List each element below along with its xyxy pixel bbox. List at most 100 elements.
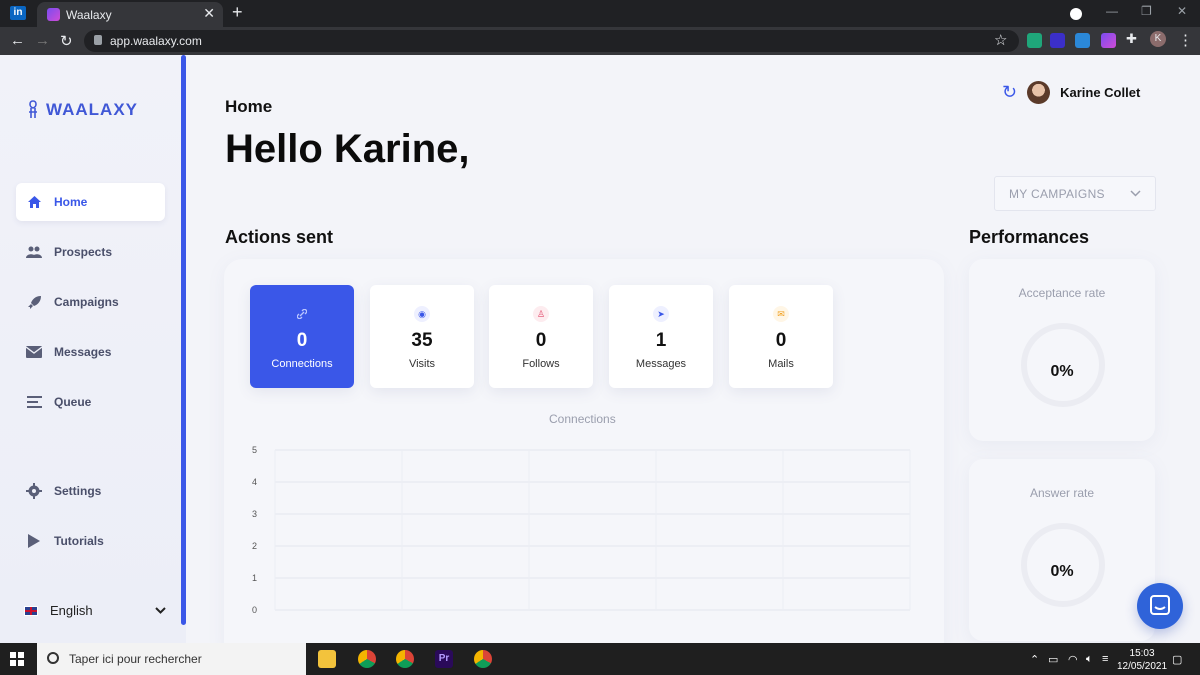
sidebar-item-label: Prospects bbox=[54, 245, 113, 259]
extension-3-icon[interactable] bbox=[1075, 33, 1090, 48]
people-icon bbox=[26, 244, 42, 260]
stat-label: Messages bbox=[635, 358, 687, 370]
minimize-window-button[interactable]: — bbox=[1106, 4, 1118, 18]
campaigns-select[interactable]: MY CAMPAIGNS bbox=[994, 176, 1156, 211]
search-placeholder: Taper ici pour rechercher bbox=[69, 652, 202, 666]
sidebar-item-home[interactable]: Home bbox=[16, 183, 165, 221]
profile-avatar[interactable]: K bbox=[1150, 31, 1166, 47]
chevron-down-icon bbox=[1130, 190, 1141, 197]
rocket-icon bbox=[26, 294, 42, 310]
avatar[interactable] bbox=[1027, 81, 1051, 104]
tray-expand-icon[interactable]: ⌃ bbox=[1030, 653, 1039, 666]
taskbar-clock[interactable]: 15:03 12/05/2021 bbox=[1117, 647, 1167, 673]
stat-card-mails[interactable]: ✉ 0 Mails bbox=[729, 285, 833, 388]
sidebar-item-label: Messages bbox=[54, 345, 112, 359]
browser-tab-waalaxy[interactable]: Waalaxy ✕ bbox=[37, 2, 223, 27]
back-arrow-icon[interactable]: ← bbox=[10, 32, 25, 49]
lock-icon bbox=[94, 35, 102, 45]
notifications-icon[interactable]: ▢ bbox=[1172, 653, 1182, 666]
connections-chart: 0 1 2 3 4 5 bbox=[252, 445, 911, 615]
chrome-profile-icon[interactable] bbox=[396, 650, 414, 668]
url-field[interactable]: app.waalaxy.com bbox=[84, 30, 1019, 52]
stat-label: Visits bbox=[408, 358, 436, 370]
stat-value: 35 bbox=[411, 330, 433, 351]
extensions-puzzle-icon[interactable]: ✚ bbox=[1126, 31, 1137, 47]
eye-icon: ◉ bbox=[414, 306, 430, 322]
windows-start-icon[interactable] bbox=[10, 652, 24, 666]
y-tick-label: 2 bbox=[252, 541, 257, 551]
y-tick-label: 3 bbox=[252, 509, 257, 519]
campaigns-select-value: MY CAMPAIGNS bbox=[1009, 186, 1105, 201]
chart-title: Connections bbox=[549, 412, 616, 426]
sidebar-item-prospects[interactable]: Prospects bbox=[16, 233, 165, 271]
sidebar-item-campaigns[interactable]: Campaigns bbox=[16, 283, 165, 321]
premiere-pro-icon[interactable]: Pr bbox=[435, 650, 453, 668]
taskbar-search-field[interactable]: Taper ici pour rechercher bbox=[37, 643, 306, 675]
extension-1-icon[interactable] bbox=[1027, 33, 1042, 48]
link-icon bbox=[294, 306, 310, 322]
chrome-icon[interactable] bbox=[358, 650, 376, 668]
stat-card-messages[interactable]: ➤ 1 Messages bbox=[609, 285, 713, 388]
language-label: English bbox=[50, 603, 93, 618]
user-icon: ♙ bbox=[533, 306, 549, 322]
language-select[interactable]: English bbox=[24, 603, 166, 618]
logo-text: WAALAXY bbox=[46, 100, 138, 119]
stat-card-follows[interactable]: ♙ 0 Follows bbox=[489, 285, 593, 388]
sidebar-item-label: Queue bbox=[54, 395, 92, 409]
refresh-icon[interactable]: ↻ bbox=[1002, 82, 1017, 103]
sidebar-item-label: Home bbox=[54, 195, 88, 209]
language-indicator[interactable]: ≡ bbox=[1102, 653, 1108, 665]
new-tab-button[interactable]: + bbox=[232, 2, 243, 23]
sidebar-item-label: Settings bbox=[54, 484, 102, 498]
browser-menu-icon[interactable]: ⋮ bbox=[1178, 31, 1193, 49]
waalaxy-logo[interactable]: WAALAXY bbox=[26, 99, 138, 121]
user-name: Karine Collet bbox=[1060, 85, 1141, 100]
sidebar-item-label: Tutorials bbox=[54, 534, 104, 548]
address-bar-row: ← → ↻ app.waalaxy.com ☆ ✚ K ⋮ bbox=[0, 27, 1200, 55]
close-tab-icon[interactable]: ✕ bbox=[203, 5, 215, 22]
search-icon bbox=[47, 652, 59, 664]
sidebar-item-settings[interactable]: Settings bbox=[16, 472, 165, 510]
chevron-down-icon bbox=[155, 607, 166, 614]
waalaxy-alien-icon bbox=[29, 100, 37, 118]
y-tick-label: 5 bbox=[252, 445, 257, 455]
url-text: app.waalaxy.com bbox=[110, 34, 202, 48]
sidebar-item-queue[interactable]: Queue bbox=[16, 383, 165, 421]
clock-time: 15:03 bbox=[1129, 648, 1155, 659]
answer-rate-card: Answer rate 0% bbox=[969, 459, 1155, 641]
clock-date: 12/05/2021 bbox=[1117, 661, 1168, 672]
stat-card-connections[interactable]: 0 Connections bbox=[250, 285, 354, 388]
chat-button[interactable] bbox=[1137, 583, 1183, 629]
file-explorer-icon[interactable] bbox=[318, 650, 336, 668]
y-tick-label: 0 bbox=[252, 605, 257, 615]
stat-card-visits[interactable]: ◉ 35 Visits bbox=[370, 285, 474, 388]
perf-card-value: 0% bbox=[1050, 363, 1074, 380]
waalaxy-extension-icon[interactable] bbox=[1101, 33, 1116, 48]
reload-icon[interactable]: ↻ bbox=[60, 32, 73, 50]
bookmark-star-icon[interactable]: ☆ bbox=[994, 31, 1007, 49]
extension-2-icon[interactable] bbox=[1050, 33, 1065, 48]
actions-section-title: Actions sent bbox=[225, 227, 334, 247]
mail-icon: ✉ bbox=[773, 306, 789, 322]
send-icon: ➤ bbox=[653, 306, 669, 322]
maximize-window-button[interactable]: ❐ bbox=[1141, 4, 1152, 18]
stat-value: 0 bbox=[775, 330, 787, 351]
play-icon bbox=[26, 533, 42, 549]
sidebar-item-tutorials[interactable]: Tutorials bbox=[16, 522, 165, 560]
gear-icon bbox=[26, 483, 42, 499]
windows-taskbar: Taper ici pour rechercher Pr ⌃ ▭ ◠ 🔈︎ ≡ … bbox=[0, 643, 1200, 675]
perf-card-value: 0% bbox=[1050, 563, 1074, 580]
stat-label: Follows bbox=[522, 358, 560, 370]
user-menu[interactable]: ↻ Karine Collet bbox=[1002, 81, 1140, 104]
sidebar-item-messages[interactable]: Messages bbox=[16, 333, 165, 371]
forward-arrow-icon[interactable]: → bbox=[35, 32, 50, 49]
media-indicator-icon[interactable] bbox=[1070, 8, 1082, 20]
home-icon bbox=[26, 194, 42, 210]
battery-icon[interactable]: ▭ bbox=[1048, 653, 1058, 666]
volume-icon[interactable]: 🔈︎ bbox=[1086, 653, 1093, 666]
wifi-icon[interactable]: ◠ bbox=[1068, 653, 1078, 666]
sidebar-item-label: Campaigns bbox=[54, 295, 119, 309]
linkedin-pinned-tab-icon[interactable]: in bbox=[10, 6, 26, 20]
close-window-button[interactable]: ✕ bbox=[1177, 4, 1187, 18]
chrome-profile-2-icon[interactable] bbox=[474, 650, 492, 668]
